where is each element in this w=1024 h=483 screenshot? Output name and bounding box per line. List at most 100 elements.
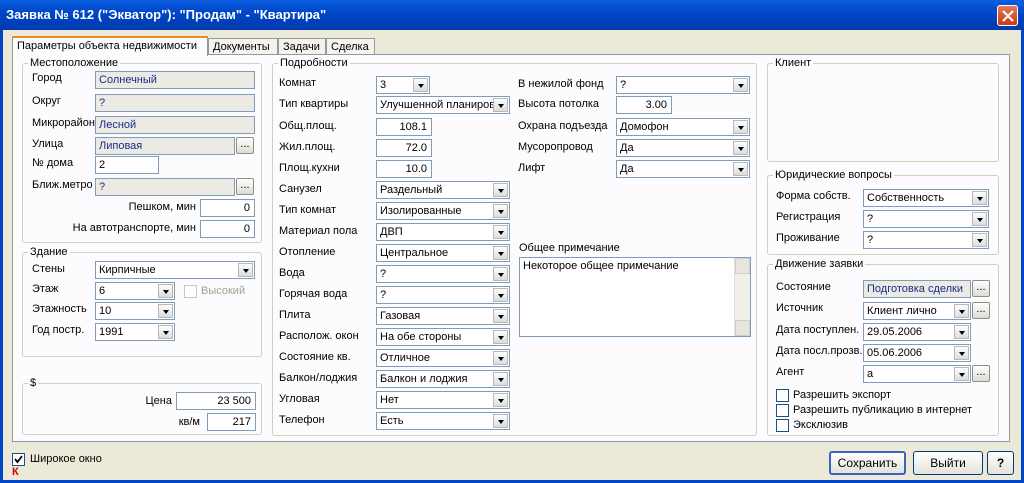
date-last-picker[interactable]: 05.06.2006 [863, 344, 971, 362]
nonresidential-select[interactable]: ? [616, 76, 750, 94]
elevator-label: Лифт [518, 162, 546, 174]
city-label: Город [32, 72, 62, 84]
floors-select[interactable]: 10 [95, 302, 175, 320]
price-field[interactable]: 23 500 [176, 392, 256, 410]
street-field[interactable]: Липовая [95, 137, 235, 155]
transport-field[interactable]: 0 [200, 220, 255, 238]
price-group-title: $ [28, 377, 39, 389]
flat-type-select[interactable]: Улучшенной планиров [376, 96, 510, 114]
chevron-down-icon [238, 263, 253, 277]
note-textarea[interactable]: Некоторое общее примечание [519, 257, 751, 337]
total-area-field[interactable]: 108.1 [376, 118, 432, 136]
agent-select[interactable]: а [863, 365, 971, 383]
client-group [767, 63, 999, 162]
internet-checkbox[interactable] [776, 404, 789, 417]
chevron-down-icon [954, 367, 969, 381]
metro-browse-button[interactable]: ... [236, 178, 254, 195]
chevron-down-icon [954, 346, 969, 360]
condition-select[interactable]: Отличное [376, 349, 510, 367]
scroll-down-icon[interactable] [735, 320, 750, 336]
checkmark-icon [14, 455, 23, 464]
rooms-label: Комнат [279, 77, 317, 89]
year-select[interactable]: 1991 [95, 323, 175, 341]
water-label: Вода [279, 267, 305, 279]
stove-select[interactable]: Газовая [376, 307, 510, 325]
chevron-down-icon [972, 233, 987, 247]
hot-water-label: Горячая вода [279, 288, 348, 300]
sqm-field[interactable]: 217 [207, 413, 256, 431]
metro-label: Ближ.метро [32, 179, 93, 191]
tab-object-params[interactable]: Параметры объекта недвижимости [12, 36, 208, 56]
chevron-down-icon [972, 191, 987, 205]
chevron-down-icon [733, 120, 748, 134]
agent-browse-button[interactable]: ... [972, 365, 990, 382]
elevator-select[interactable]: Да [616, 160, 750, 178]
chevron-down-icon [493, 246, 508, 260]
note-scrollbar[interactable] [734, 258, 750, 336]
note-text: Некоторое общее примечание [523, 260, 679, 272]
status-browse-button[interactable]: ... [972, 280, 990, 297]
residence-select[interactable]: ? [863, 231, 989, 249]
microdistrict-field[interactable]: Лесной [95, 116, 255, 134]
wide-window-checkbox[interactable] [12, 453, 25, 466]
street-browse-button[interactable]: ... [236, 137, 254, 154]
date-in-picker[interactable]: 29.05.2006 [863, 323, 971, 341]
export-checkbox[interactable] [776, 389, 789, 402]
floor-label: Этаж [32, 283, 59, 295]
walk-label: Пешком, мин [128, 201, 196, 213]
district-label: Округ [32, 95, 61, 107]
scroll-up-icon[interactable] [735, 258, 750, 274]
metro-field[interactable]: ? [95, 178, 235, 196]
high-checkbox[interactable] [184, 285, 197, 298]
garbage-chute-select[interactable]: Да [616, 139, 750, 157]
status-field[interactable]: Подготовка сделки [863, 280, 971, 298]
hot-water-select[interactable]: ? [376, 286, 510, 304]
help-button[interactable]: ? [987, 451, 1014, 475]
legal-group-title: Юридические вопросы [773, 169, 894, 181]
kitchen-area-field[interactable]: 10.0 [376, 160, 432, 178]
source-select[interactable]: Клиент лично [863, 302, 971, 320]
chevron-down-icon [493, 393, 508, 407]
walk-field[interactable]: 0 [200, 199, 255, 217]
source-label: Источник [776, 302, 823, 314]
export-label: Разрешить экспорт [793, 389, 892, 401]
exclusive-checkbox[interactable] [776, 419, 789, 432]
room-type-select[interactable]: Изолированные [376, 202, 510, 220]
city-field[interactable]: Солнечный [95, 71, 255, 89]
windows-select[interactable]: На обе стороны [376, 328, 510, 346]
residence-label: Проживание [776, 232, 840, 244]
district-field[interactable]: ? [95, 94, 255, 112]
entrance-security-select[interactable]: Домофон [616, 118, 750, 136]
ceiling-height-field[interactable]: 3.00 [616, 96, 672, 114]
corner-select[interactable]: Нет [376, 391, 510, 409]
room-type-label: Тип комнат [279, 204, 336, 216]
rooms-select[interactable]: 3 [376, 76, 430, 94]
water-select[interactable]: ? [376, 265, 510, 283]
floor-material-select[interactable]: ДВП [376, 223, 510, 241]
registration-select[interactable]: ? [863, 210, 989, 228]
balcony-label: Балкон/лоджия [279, 372, 358, 384]
exit-button[interactable]: Выйти [913, 451, 983, 475]
windows-label: Располож. окон [279, 330, 359, 342]
chevron-down-icon [493, 372, 508, 386]
heating-select[interactable]: Центральное [376, 244, 510, 262]
floor-select[interactable]: 6 [95, 282, 175, 300]
heating-label: Отопление [279, 246, 336, 258]
save-button[interactable]: Сохранить [829, 451, 906, 475]
source-browse-button[interactable]: ... [972, 302, 990, 319]
ownership-select[interactable]: Собственность [863, 189, 989, 207]
agent-label: Агент [776, 366, 805, 378]
chevron-down-icon [158, 325, 173, 339]
close-button[interactable] [997, 5, 1018, 26]
chevron-down-icon [733, 141, 748, 155]
location-group-title: Местоположение [28, 57, 121, 69]
living-area-field[interactable]: 72.0 [376, 139, 432, 157]
phone-select[interactable]: Есть [376, 412, 510, 430]
house-field[interactable]: 2 [95, 156, 159, 174]
nonresidential-label: В нежилой фонд [518, 78, 604, 90]
date-in-label: Дата поступлен. [776, 324, 860, 336]
bathroom-select[interactable]: Раздельный [376, 181, 510, 199]
building-group-title: Здание [28, 246, 70, 258]
balcony-select[interactable]: Балкон и лоджия [376, 370, 510, 388]
walls-select[interactable]: Кирпичные [95, 261, 255, 279]
